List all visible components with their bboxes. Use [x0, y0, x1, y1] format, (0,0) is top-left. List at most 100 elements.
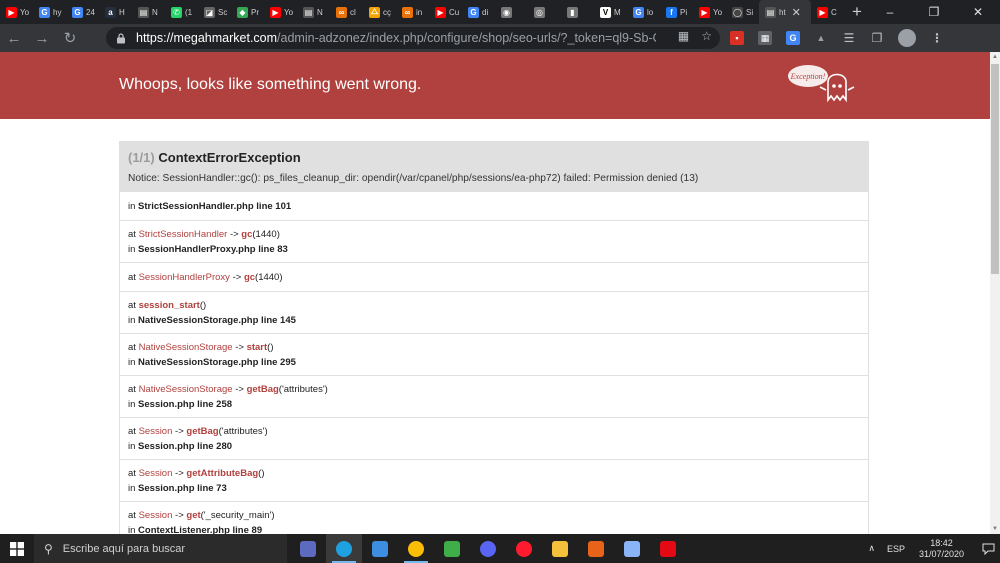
browser-tab[interactable]: ▤ N [297, 0, 330, 24]
browser-tab[interactable]: VM [594, 0, 627, 24]
trace-file-line: in NativeSessionStorage.php line 145 [128, 313, 860, 328]
trace-in: in [128, 356, 136, 368]
new-tab-button[interactable]: + [852, 0, 862, 24]
taskbar-app-explorer[interactable] [542, 534, 578, 563]
notification-center-icon[interactable] [976, 534, 1000, 563]
clock[interactable]: 18:42 31/07/2020 [919, 538, 964, 560]
error-header-title: Whoops, looks like something went wrong. [119, 76, 422, 93]
browser-tab[interactable]: Glo [627, 0, 660, 24]
browser-tab[interactable]: ⧍ cç [363, 0, 396, 24]
trace-function: gc [243, 271, 256, 283]
browser-tab[interactable]: ◎ [528, 0, 561, 24]
taskbar-app-netflix[interactable] [650, 534, 686, 563]
browser-tab[interactable]: Gdi [462, 0, 495, 24]
trace-arrow: -> [235, 383, 244, 395]
browser-tab[interactable]: f Pi [660, 0, 693, 24]
tab-favicon-icon: ⧍ [369, 6, 380, 18]
back-button[interactable]: ← [0, 24, 28, 52]
chrome-icon [408, 540, 424, 557]
tab-active[interactable]: ▤ ht ✕ [759, 0, 811, 24]
tab-close-icon[interactable]: ✕ [792, 6, 801, 19]
clock-time: 18:42 [930, 537, 953, 548]
qr-extension-icon[interactable]: ▦ [758, 31, 772, 45]
reading-list-icon[interactable]: ☰ [842, 31, 856, 45]
windows-logo-icon [10, 541, 24, 556]
browser-tab[interactable]: ▤ N [132, 0, 165, 24]
restore-icon[interactable]: ❐ [912, 0, 956, 24]
browser-tab[interactable]: aH [99, 0, 132, 24]
browser-tab[interactable]: ▮ [561, 0, 594, 24]
trace-arrow: -> [175, 425, 184, 437]
taskbar-app-store[interactable] [290, 534, 326, 563]
trace-row: at StrictSessionHandler -> gc(1440) in Se… [120, 220, 868, 262]
scroll-down-icon[interactable]: ▼ [990, 524, 1000, 534]
scrollbar-thumb[interactable] [991, 64, 999, 274]
extension-icon[interactable]: ▲ [814, 31, 828, 45]
tab-title: Yo [713, 7, 723, 17]
taskbar-app-notes[interactable] [614, 534, 650, 563]
profile-avatar[interactable] [898, 29, 916, 47]
forward-button[interactable]: → [28, 24, 56, 52]
trace-file-line: in Session.php line 258 [128, 397, 860, 412]
window-controls: – ❐ ✕ [868, 0, 1000, 24]
trace-args: () [267, 341, 274, 353]
minimize-icon[interactable]: – [868, 0, 912, 24]
browser-tab[interactable]: ▶ Yo [264, 0, 297, 24]
pocket-extension-icon[interactable]: ▪ [730, 31, 744, 45]
page-scrollbar[interactable]: ▲ ▼ [990, 52, 1000, 534]
opera-icon [516, 540, 532, 557]
taskbar-app-edge[interactable] [326, 534, 362, 563]
browser-tab[interactable]: ▶ C [811, 0, 844, 24]
bookmark-star-icon[interactable]: ☆ [701, 29, 712, 43]
browser-tab[interactable]: ▶ Yo [0, 0, 33, 24]
translate-icon[interactable]: ▦ [678, 29, 689, 43]
address-bar[interactable]: https://megahmarket.com/admin-adzonez/in… [106, 27, 720, 49]
exception-message: Notice: SessionHandler::gc(): ps_files_c… [128, 173, 699, 184]
reload-button[interactable]: ↻ [56, 24, 84, 52]
taskbar-app-opera[interactable] [506, 534, 542, 563]
browser-tab[interactable]: ✆ (1 [165, 0, 198, 24]
browser-tab[interactable]: ▶ Yo [693, 0, 726, 24]
google-translate-extension-icon[interactable]: G [786, 31, 800, 45]
taskbar-app-chrome[interactable] [398, 534, 434, 563]
tab-favicon-icon: ▶ [270, 6, 281, 18]
taskbar-app-podcast[interactable] [578, 534, 614, 563]
browser-tab[interactable]: ▶ Cu [429, 0, 462, 24]
trace-at: at [128, 341, 136, 353]
collections-icon[interactable]: ❐ [870, 31, 884, 45]
menu-dots-icon[interactable]: ⋮ [930, 31, 944, 45]
trace-row: at session_start() in NativeSessionStorag… [120, 291, 868, 333]
browser-tab[interactable]: ∞ in [396, 0, 429, 24]
tray-overflow-icon[interactable]: ∧ [868, 543, 875, 554]
trace-call-line: at Session -> get('_security_main') [128, 508, 860, 523]
taskbar-app-camtasia[interactable] [434, 534, 470, 563]
taskbar-app-discord[interactable] [470, 534, 506, 563]
trace-file: Session.php line 280 [138, 440, 233, 452]
start-button[interactable] [0, 534, 34, 563]
browser-tab[interactable]: ◆ Pr [231, 0, 264, 24]
trace-row: at Session -> getAttributeBag() in Sessio… [120, 459, 868, 501]
tab-favicon-icon: V [600, 6, 611, 18]
browser-tab[interactable]: ∞ cl [330, 0, 363, 24]
taskbar-search-box[interactable]: ⚲ Escribe aquí para buscar [34, 534, 287, 563]
browser-tab[interactable]: Ghy [33, 0, 66, 24]
trace-class: NativeSessionStorage [138, 341, 233, 353]
language-indicator[interactable]: ESP [887, 544, 905, 554]
tab-favicon-icon: ▶ [817, 6, 828, 18]
trace-file-line: in SessionHandlerProxy.php line 83 [128, 242, 860, 257]
browser-tab[interactable]: ◪ Sc [198, 0, 231, 24]
tab-title: lo [647, 7, 654, 17]
edge-icon [336, 540, 352, 557]
windows-taskbar: ⚲ Escribe aquí para buscar ∧ ESP 18:42 3… [0, 534, 1000, 563]
trace-row: at Session -> get('_security_main') in Co… [120, 501, 868, 534]
browser-tab[interactable]: ◯ Si [726, 0, 759, 24]
tab-title: Pr [251, 7, 259, 17]
browser-tab[interactable]: ◉ [495, 0, 528, 24]
page-viewport: Whoops, looks like something went wrong.… [0, 52, 990, 534]
close-window-icon[interactable]: ✕ [956, 0, 1000, 24]
taskbar-app-mail[interactable] [362, 534, 398, 563]
browser-tab[interactable]: G 24 [66, 0, 99, 24]
scroll-up-icon[interactable]: ▲ [990, 52, 1000, 62]
trace-file-line: in StrictSessionHandler.php line 101 [128, 199, 860, 214]
tab-title: (1 [185, 7, 193, 17]
